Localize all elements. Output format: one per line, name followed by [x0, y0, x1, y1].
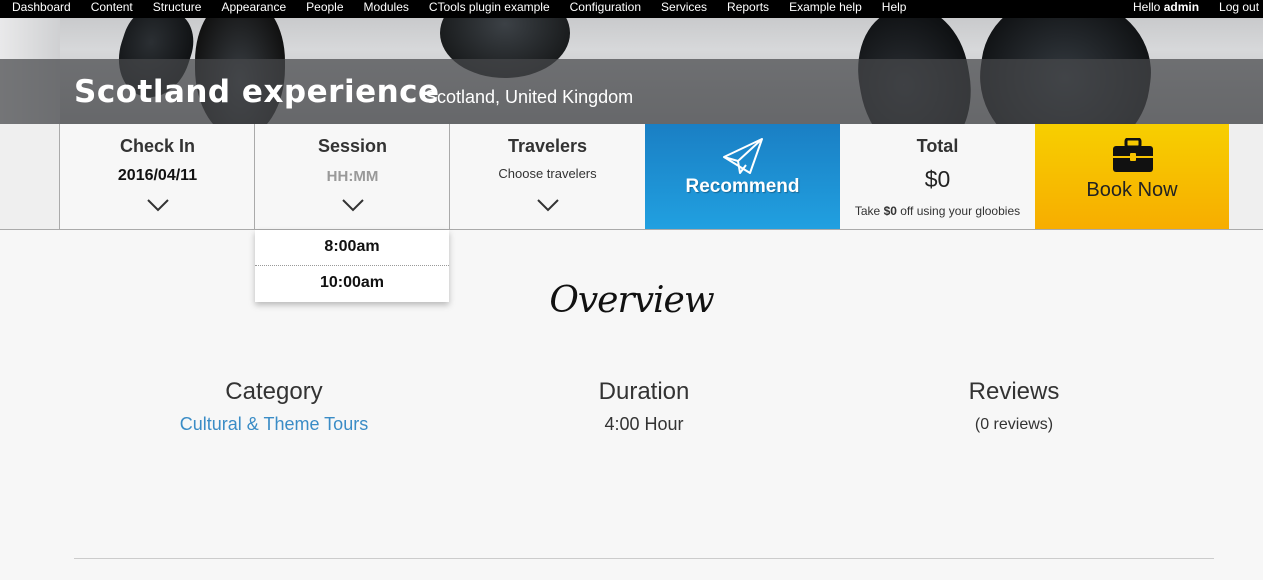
location-label: Scotland, United Kingdom [425, 87, 634, 107]
recommend-button[interactable]: Recommend [645, 124, 840, 229]
check-in-value: 2016/04/11 [117, 167, 198, 184]
session-field[interactable]: Session HH:MM [254, 124, 450, 229]
admin-user-area: Hello admin Log out [1133, 0, 1259, 15]
reviews-block: Reviews (0 reviews) [864, 378, 1164, 434]
admin-menu-dashboard[interactable]: Dashboard [12, 0, 71, 18]
gloobies-note: Take $0 off using your gloobies [840, 204, 1035, 218]
travelers-field[interactable]: Travelers Choose travelers [449, 124, 645, 229]
admin-menu-services[interactable]: Services [661, 0, 707, 18]
reviews-count[interactable]: (0 reviews) [864, 416, 1164, 434]
briefcase-icon [1113, 138, 1153, 172]
page-title: Scotland experience [74, 74, 440, 110]
overview-heading: Overview [549, 280, 714, 321]
gloobies-note-suffix: off using your gloobies [896, 204, 1021, 218]
logout-link[interactable]: Log out [1219, 0, 1259, 15]
admin-menu-modules[interactable]: Modules [364, 0, 409, 18]
travelers-label: Travelers [507, 136, 588, 156]
admin-menu-help[interactable]: Help [882, 0, 907, 18]
chevron-down-icon[interactable] [146, 198, 169, 212]
reviews-label: Reviews [968, 378, 1060, 405]
booking-bar: Check In 2016/04/11 Session HH:MM Travel… [0, 124, 1263, 230]
admin-toolbar: Dashboard Content Structure Appearance P… [0, 0, 1263, 18]
chevron-down-icon[interactable] [341, 198, 364, 212]
category-block: Category Cultural & Theme Tours [124, 378, 424, 435]
duration-value: 4:00 Hour [604, 414, 684, 434]
total-value: $0 [924, 166, 951, 192]
travelers-placeholder: Choose travelers [498, 166, 597, 181]
gloobies-amount: $0 [883, 204, 897, 218]
username: admin [1163, 0, 1200, 14]
recommend-label: Recommend [685, 176, 800, 197]
check-in-label: Check In [119, 136, 196, 156]
total-label: Total [916, 136, 959, 156]
category-link[interactable]: Cultural & Theme Tours [124, 414, 424, 435]
duration-block: Duration 4:00 Hour [494, 378, 794, 435]
admin-menu-people[interactable]: People [306, 0, 343, 18]
admin-menu-appearance[interactable]: Appearance [221, 0, 286, 18]
gloobies-note-prefix: Take [854, 204, 884, 218]
hello-user[interactable]: Hello admin [1133, 0, 1199, 15]
total-panel: Total $0 Take $0 off using your gloobies [840, 124, 1035, 229]
check-in-field[interactable]: Check In 2016/04/11 [59, 124, 255, 229]
admin-menu: Dashboard Content Structure Appearance P… [12, 0, 926, 18]
section-divider [74, 558, 1214, 559]
admin-menu-configuration[interactable]: Configuration [570, 0, 641, 18]
hero-banner: Scotland experience Scotland, United Kin… [0, 18, 1263, 124]
admin-menu-structure[interactable]: Structure [153, 0, 202, 18]
admin-menu-ctools[interactable]: CTools plugin example [429, 0, 550, 18]
admin-menu-example-help[interactable]: Example help [789, 0, 862, 18]
hello-prefix: Hello [1133, 0, 1164, 14]
paper-plane-icon [723, 138, 763, 174]
admin-menu-content[interactable]: Content [91, 0, 133, 18]
admin-menu-reports[interactable]: Reports [727, 0, 769, 18]
session-option[interactable]: 8:00am [255, 230, 449, 266]
category-label: Category [225, 378, 323, 405]
duration-label: Duration [598, 378, 690, 405]
session-label: Session [317, 136, 388, 156]
chevron-down-icon[interactable] [536, 198, 559, 212]
book-now-button[interactable]: Book Now [1035, 124, 1229, 229]
session-time-input[interactable]: HH:MM [255, 168, 450, 185]
book-now-label: Book Now [1086, 179, 1178, 201]
